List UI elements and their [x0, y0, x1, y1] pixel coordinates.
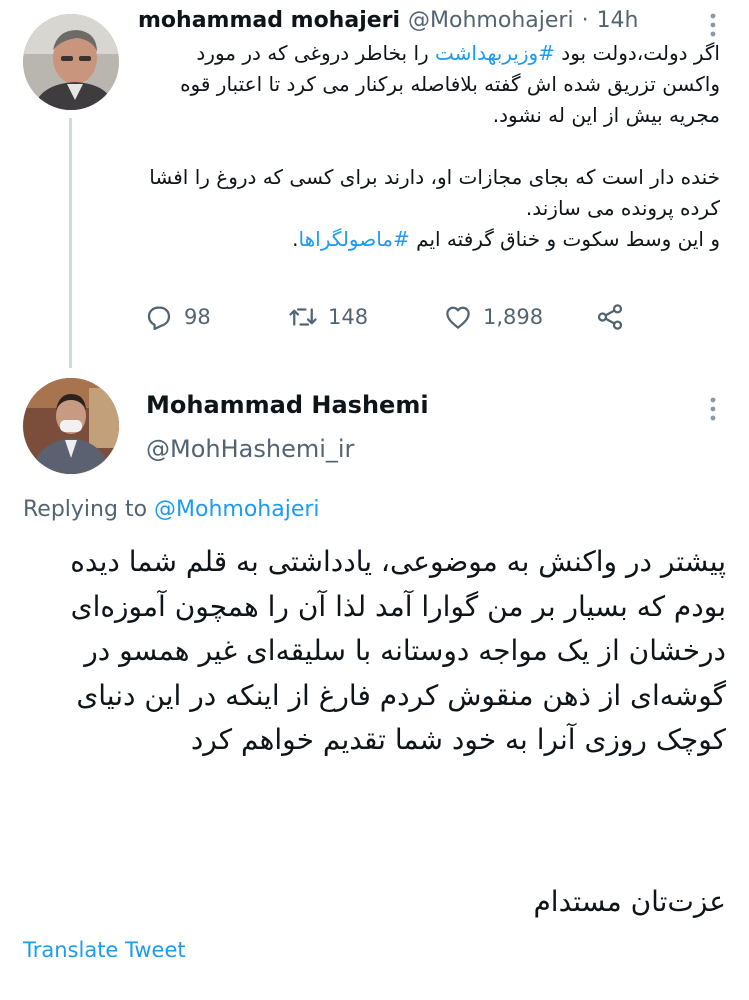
more-options-button[interactable]: [700, 10, 726, 40]
avatar-mohammad-hashemi[interactable]: [23, 378, 119, 474]
tweet1-paragraph-3: و این وسط سکوت و خناق گرفته ایم #ماصولگر…: [136, 224, 720, 255]
avatar-photo-icon: [23, 378, 119, 474]
reply-count: 98: [184, 305, 211, 329]
retweet-button[interactable]: 148: [288, 302, 368, 332]
like-icon: [446, 306, 470, 329]
replying-to: Replying to @Mohmohajeri: [23, 497, 320, 522]
user-handle-2[interactable]: @MohHashemi_ir: [146, 435, 354, 463]
tweet1-text-part3: و این وسط سکوت و خناق گرفته ایم: [409, 227, 720, 251]
more-icon: [710, 397, 716, 421]
like-count: 1,898: [483, 305, 544, 329]
display-name-2[interactable]: Mohammad Hashemi: [146, 391, 429, 419]
hashtag-health-minister[interactable]: #وزیربهداشت: [435, 41, 555, 65]
replying-prefix: Replying to: [23, 497, 155, 522]
tweet1-text-part1: اگر دولت،دولت بود: [554, 41, 720, 65]
more-options-button-2[interactable]: [700, 394, 726, 424]
tweet1-paragraph-1: اگر دولت،دولت بود #وزیربهداشت را بخاطر د…: [136, 38, 720, 131]
tweet2-signoff: عزت‌تان مستدام: [533, 885, 726, 918]
share-button[interactable]: [595, 302, 625, 332]
replying-to-handle[interactable]: @Mohmohajeri: [154, 497, 320, 522]
like-button[interactable]: 1,898: [443, 302, 543, 332]
hashtag-principlists[interactable]: #ماصولگراها: [299, 227, 410, 251]
thread-connector-line: [69, 118, 72, 368]
more-icon: [710, 13, 716, 37]
reply-button[interactable]: 98: [144, 302, 211, 332]
tweet-timestamp[interactable]: 14h: [597, 8, 639, 33]
share-icon: [597, 304, 623, 330]
retweet-count: 148: [328, 305, 369, 329]
avatar-mohammad-mohajeri[interactable]: [23, 14, 119, 110]
tweet1-body: اگر دولت،دولت بود #وزیربهداشت را بخاطر د…: [136, 38, 720, 255]
tweet2-body: پیشتر در واکنش به موضوعی، یادداشتی به قل…: [70, 545, 726, 756]
reply-icon: [147, 306, 171, 331]
tweet1-paragraph-2: خنده دار است که بجای مجازات او، دارند بر…: [149, 165, 720, 220]
translate-tweet-link[interactable]: Translate Tweet: [23, 938, 186, 962]
avatar-photo-icon: [23, 14, 119, 110]
user-handle[interactable]: @Mohmohajeri: [408, 8, 574, 33]
retweet-icon: [289, 308, 317, 326]
tweet1-header: mohammad mohajeri @Mohmohajeri · 14h: [138, 8, 639, 33]
header-separator: ·: [581, 8, 589, 33]
display-name[interactable]: mohammad mohajeri: [138, 8, 400, 33]
